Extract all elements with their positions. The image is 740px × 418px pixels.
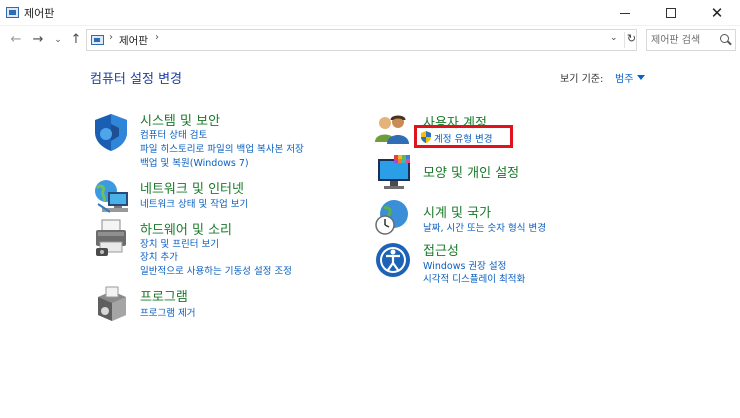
chevron-down-icon[interactable] xyxy=(637,75,645,80)
breadcrumb-separator-icon[interactable]: › xyxy=(155,32,159,43)
uac-shield-icon xyxy=(421,131,431,143)
breadcrumb-control-panel[interactable]: 제어판 xyxy=(119,33,148,48)
monitor-palette-icon[interactable] xyxy=(374,155,414,193)
close-icon: ✕ xyxy=(710,3,724,22)
window-title: 제어판 xyxy=(24,7,55,20)
address-dropdown-icon[interactable]: ⌄ xyxy=(610,33,618,43)
clock-globe-icon[interactable] xyxy=(374,198,412,236)
minimize-icon xyxy=(620,12,630,14)
network-globe-icon[interactable] xyxy=(92,178,132,216)
search-box[interactable] xyxy=(646,29,736,51)
link-file-history-backup[interactable]: 파일 히스토리로 파일의 백업 복사본 저장 xyxy=(140,141,304,155)
control-panel-icon xyxy=(91,35,104,45)
address-bar[interactable]: › 제어판 › ⌄ ↻ xyxy=(86,29,637,51)
category-ease-of-access[interactable]: 접근성 xyxy=(423,240,459,259)
link-uninstall-program[interactable]: 프로그램 제거 xyxy=(140,305,195,319)
search-input[interactable] xyxy=(651,32,717,48)
link-change-date-time-format[interactable]: 날짜, 시간 또는 숫자 형식 변경 xyxy=(423,220,546,234)
close-button[interactable]: ✕ xyxy=(694,0,740,26)
link-recommended-settings[interactable]: Windows 권장 설정 xyxy=(423,258,506,272)
category-programs[interactable]: 프로그램 xyxy=(140,286,188,305)
programs-box-icon[interactable] xyxy=(94,285,130,323)
view-by-dropdown[interactable]: 범주 xyxy=(615,70,633,85)
shield-icon[interactable] xyxy=(92,112,130,152)
view-by-label: 보기 기준: xyxy=(560,74,604,85)
printer-icon[interactable] xyxy=(92,218,132,258)
link-mobility-settings[interactable]: 일반적으로 사용하는 기동성 설정 조정 xyxy=(140,263,292,277)
category-network-internet[interactable]: 네트워크 및 인터넷 xyxy=(140,178,244,197)
refresh-icon[interactable]: ↻ xyxy=(624,32,638,48)
maximize-button[interactable] xyxy=(648,0,694,26)
up-button[interactable]: ↑ xyxy=(68,31,84,49)
link-optimize-visual-display[interactable]: 시각적 디스플레이 최적화 xyxy=(423,271,525,285)
recent-locations-button[interactable]: ⌄ xyxy=(50,31,66,49)
category-appearance-personalization[interactable]: 모양 및 개인 설정 xyxy=(423,162,519,181)
minimize-button[interactable] xyxy=(602,0,648,26)
navigation-bar: ← → ⌄ ↑ › 제어판 › ⌄ ↻ xyxy=(0,27,740,53)
category-clock-region[interactable]: 시계 및 국가 xyxy=(423,202,491,221)
search-icon[interactable] xyxy=(720,34,729,43)
link-devices-printers[interactable]: 장치 및 프린터 보기 xyxy=(140,236,219,250)
users-icon[interactable] xyxy=(374,114,410,146)
ease-of-access-icon[interactable] xyxy=(374,241,412,279)
breadcrumb-separator-icon[interactable]: › xyxy=(109,32,113,43)
link-add-device[interactable]: 장치 추가 xyxy=(140,249,178,263)
maximize-icon xyxy=(666,8,676,18)
title-bar: 제어판 ✕ xyxy=(0,0,740,26)
control-panel-icon xyxy=(6,7,19,18)
link-backup-restore[interactable]: 백업 및 복원(Windows 7) xyxy=(140,155,249,169)
link-review-computer-status[interactable]: 컴퓨터 상태 검토 xyxy=(140,127,207,141)
link-network-status-tasks[interactable]: 네트워크 상태 및 작업 보기 xyxy=(140,196,248,210)
back-button[interactable]: ← xyxy=(8,31,24,49)
forward-button[interactable]: → xyxy=(30,31,46,49)
link-change-account-type[interactable]: 계정 유형 변경 xyxy=(434,131,492,145)
page-title: 컴퓨터 설정 변경 xyxy=(90,72,182,87)
